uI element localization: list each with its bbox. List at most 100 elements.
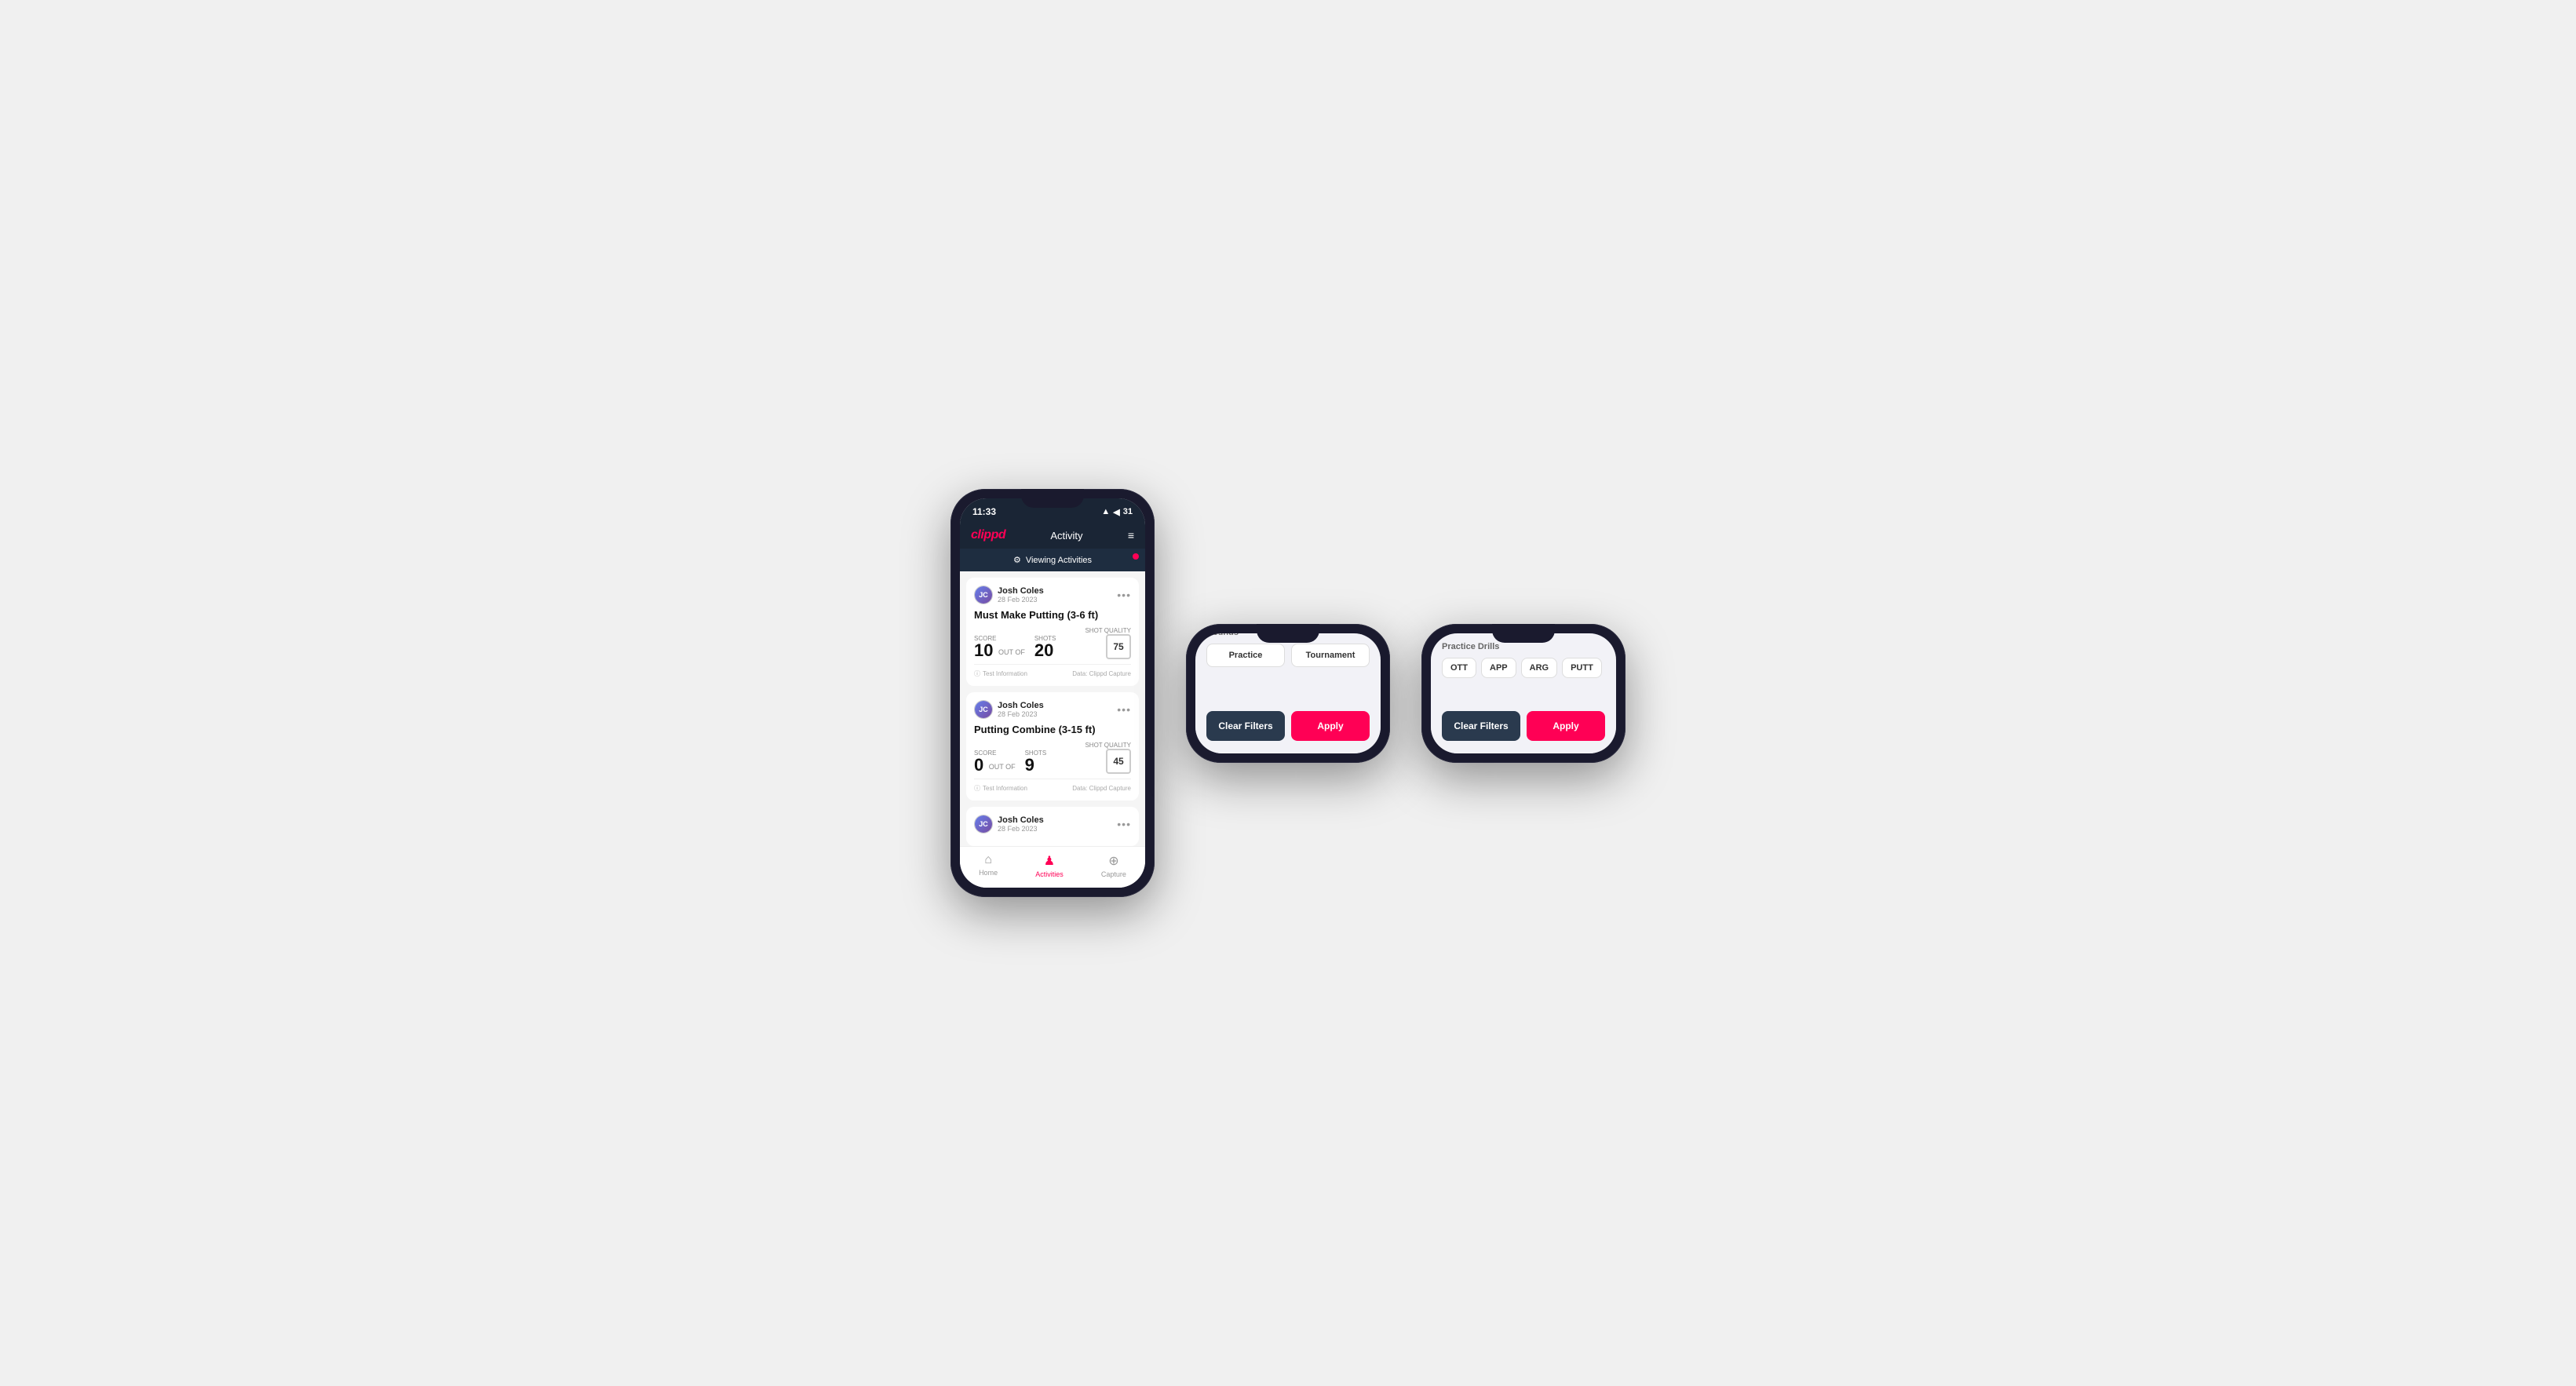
- status-icons-1: ▲ ◀ 31: [1101, 507, 1133, 517]
- avatar-img-3: JC: [975, 815, 992, 833]
- stats-row-1: Score 10 OUT OF Shots 20 Shot Quality: [974, 627, 1131, 659]
- phone-2-screen: 11:33 ▲ ◀ 31 clippd Activity ≡ ⚙ Viewing…: [1195, 633, 1381, 753]
- user-details-2: Josh Coles 28 Feb 2023: [998, 701, 1044, 718]
- nav-title-1: Activity: [1050, 530, 1082, 542]
- practice-round-btn-2[interactable]: Practice: [1206, 644, 1285, 667]
- activity-card-1: JC Josh Coles 28 Feb 2023 ••• Must Make …: [966, 578, 1139, 686]
- info-text-2: Test Information: [983, 785, 1027, 792]
- rounds-toggle-2: Practice Tournament: [1206, 644, 1370, 667]
- apply-btn-3[interactable]: Apply: [1527, 711, 1605, 741]
- sheet-footer-2: Clear Filters Apply: [1195, 711, 1381, 741]
- more-btn-3[interactable]: •••: [1117, 818, 1131, 830]
- shots-value-2: 9: [1025, 757, 1047, 774]
- out-of-label-1: OUT OF: [996, 648, 1024, 656]
- user-name-3: Josh Coles: [998, 815, 1044, 825]
- card-header-3: JC Josh Coles 28 Feb 2023 •••: [974, 815, 1131, 833]
- capture-label-1: Capture: [1101, 870, 1126, 878]
- card-footer-2: ⓘ Test Information Data: Clippd Capture: [974, 779, 1131, 793]
- user-details-3: Josh Coles 28 Feb 2023: [998, 815, 1044, 833]
- quality-group-2: Shot Quality 45: [1085, 742, 1131, 774]
- user-date-1: 28 Feb 2023: [998, 596, 1044, 604]
- activity-list-1: JC Josh Coles 28 Feb 2023 ••• Must Make …: [960, 571, 1145, 846]
- score-group-1: Score 10 OUT OF: [974, 635, 1025, 659]
- filter-sheet-2: Filter ✕ Show Rounds Practice Drills Rou…: [1195, 633, 1381, 753]
- bottom-nav-1: ⌂ Home ♟ Activities ⊕ Capture: [960, 846, 1145, 888]
- info-icon-1: ⓘ: [974, 669, 980, 678]
- user-date-3: 28 Feb 2023: [998, 825, 1044, 833]
- score-value-2: 0: [974, 757, 983, 774]
- avatar-3: JC: [974, 815, 993, 833]
- nav-activities-1[interactable]: ♟ Activities: [1035, 853, 1064, 878]
- notch-2: [1257, 624, 1319, 643]
- drills-label-3: Practice Drills: [1442, 642, 1605, 651]
- home-label-1: Home: [979, 869, 998, 877]
- phone-1: 11:33 ▲ ◀ 31 clippd Activity ≡ ⚙ Viewing…: [950, 489, 1155, 897]
- score-value-1: 10: [974, 642, 993, 659]
- logo-1: clippd: [971, 528, 1005, 542]
- quality-label-2: Shot Quality: [1085, 742, 1131, 749]
- ott-tag-3[interactable]: OTT: [1442, 658, 1476, 678]
- home-icon-1: ⌂: [984, 853, 992, 867]
- avatar-2: JC: [974, 700, 993, 719]
- card-title-2: Putting Combine (3-15 ft): [974, 724, 1131, 735]
- info-icon-2: ⓘ: [974, 784, 980, 793]
- out-of-group-1: 10 OUT OF: [974, 642, 1025, 659]
- user-info-1: JC Josh Coles 28 Feb 2023: [974, 585, 1044, 604]
- apply-btn-2[interactable]: Apply: [1291, 711, 1370, 741]
- user-info-2: JC Josh Coles 28 Feb 2023: [974, 700, 1044, 719]
- nav-capture-1[interactable]: ⊕ Capture: [1101, 853, 1126, 878]
- wifi-icon-1: ◀: [1113, 507, 1119, 517]
- user-details-1: Josh Coles 28 Feb 2023: [998, 586, 1044, 604]
- viewing-bar-1[interactable]: ⚙ Viewing Activities: [960, 549, 1145, 571]
- capture-icon-1: ⊕: [1108, 853, 1118, 869]
- phone-2: 11:33 ▲ ◀ 31 clippd Activity ≡ ⚙ Viewing…: [1186, 624, 1390, 763]
- activity-card-2: JC Josh Coles 28 Feb 2023 ••• Putting Co…: [966, 692, 1139, 801]
- stats-row-2: Score 0 OUT OF Shots 9 Shot Quality: [974, 742, 1131, 774]
- quality-label-1: Shot Quality: [1085, 627, 1131, 634]
- out-of-label-2: OUT OF: [987, 763, 1015, 771]
- putt-tag-3[interactable]: PUTT: [1562, 658, 1602, 678]
- sheet-footer-3: Clear Filters Apply: [1431, 711, 1616, 741]
- phone-1-screen: 11:33 ▲ ◀ 31 clippd Activity ≡ ⚙ Viewing…: [960, 498, 1145, 888]
- more-btn-1[interactable]: •••: [1117, 589, 1131, 601]
- shots-group-1: Shots 20: [1034, 635, 1056, 659]
- clear-filters-btn-3[interactable]: Clear Filters: [1442, 711, 1520, 741]
- avatar-1: JC: [974, 585, 993, 604]
- info-text-1: Test Information: [983, 670, 1027, 677]
- card-header-2: JC Josh Coles 28 Feb 2023 •••: [974, 700, 1131, 719]
- activities-icon-1: ♟: [1044, 853, 1055, 869]
- drill-tags-3: OTT APP ARG PUTT: [1442, 658, 1605, 678]
- footer-data-2: Data: Clippd Capture: [1072, 785, 1131, 792]
- viewing-label-1: Viewing Activities: [1026, 556, 1092, 565]
- arg-tag-3[interactable]: ARG: [1521, 658, 1557, 678]
- card-title-1: Must Make Putting (3-6 ft): [974, 609, 1131, 621]
- battery-1: 31: [1123, 507, 1133, 516]
- quality-group-1: Shot Quality 75: [1085, 627, 1131, 659]
- user-name-1: Josh Coles: [998, 586, 1044, 596]
- quality-badge-2: 45: [1106, 749, 1131, 774]
- filter-icon-1: ⚙: [1013, 555, 1021, 565]
- phone-3-screen: 11:33 ▲ ◀ 31 clippd Activity ≡ ⚙ Viewing…: [1431, 633, 1616, 753]
- viewing-dot-1: [1133, 553, 1139, 560]
- nav-bar-1: clippd Activity ≡: [960, 522, 1145, 549]
- activity-card-3: JC Josh Coles 28 Feb 2023 •••: [966, 807, 1139, 846]
- app-tag-3[interactable]: APP: [1481, 658, 1516, 678]
- avatar-img-2: JC: [975, 701, 992, 718]
- clear-filters-btn-2[interactable]: Clear Filters: [1206, 711, 1285, 741]
- menu-icon-1[interactable]: ≡: [1128, 529, 1134, 542]
- footer-data-1: Data: Clippd Capture: [1072, 670, 1131, 677]
- signal-icon-1: ▲: [1101, 507, 1110, 516]
- nav-home-1[interactable]: ⌂ Home: [979, 853, 998, 878]
- tournament-btn-2[interactable]: Tournament: [1291, 644, 1370, 667]
- phone-3: 11:33 ▲ ◀ 31 clippd Activity ≡ ⚙ Viewing…: [1421, 624, 1626, 763]
- footer-info-1: ⓘ Test Information: [974, 669, 1027, 678]
- shots-group-2: Shots 9: [1025, 750, 1047, 774]
- score-group-2: Score 0 OUT OF: [974, 750, 1016, 774]
- out-of-group-2: 0 OUT OF: [974, 757, 1016, 774]
- scene: 11:33 ▲ ◀ 31 clippd Activity ≡ ⚙ Viewing…: [903, 442, 1673, 944]
- card-footer-1: ⓘ Test Information Data: Clippd Capture: [974, 664, 1131, 678]
- more-btn-2[interactable]: •••: [1117, 703, 1131, 716]
- quality-badge-1: 75: [1106, 634, 1131, 659]
- user-info-3: JC Josh Coles 28 Feb 2023: [974, 815, 1044, 833]
- shots-value-1: 20: [1034, 642, 1056, 659]
